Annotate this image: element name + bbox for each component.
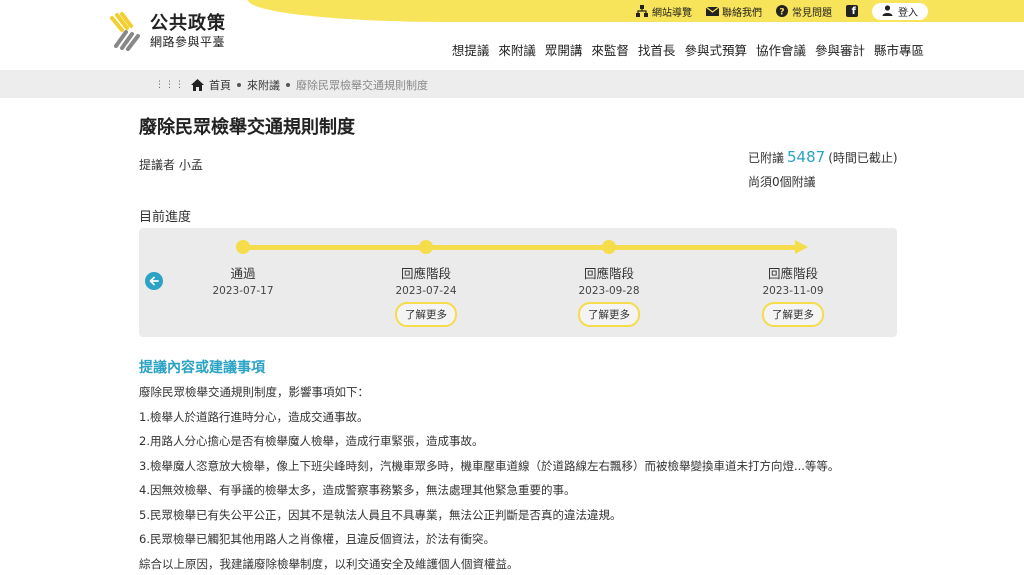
nav-item[interactable]: 眾開講 (545, 40, 583, 59)
faq-label: 常見問題 (792, 7, 832, 19)
sitemap-label: 網站導覽 (652, 7, 692, 19)
stage-label: 通過 (230, 266, 256, 281)
section-title: 提議內容或建議事項 (139, 360, 265, 376)
content-paragraph: 1.檢舉人於道路行進時分心，造成交通事故。 (139, 409, 369, 424)
signed-label: 已附議 (748, 151, 785, 165)
contact-label: 聯絡我們 (722, 7, 762, 19)
sitemap-icon (636, 5, 648, 17)
breadcrumb-bar: ⋮⋮⋮ 首頁 來附議 廢除民眾檢舉交通規則制度 (0, 70, 1024, 98)
contact-link[interactable]: 聯絡我們 (705, 4, 762, 19)
proposer-name: 小孟 (178, 158, 203, 172)
page-title: 廢除民眾檢舉交通規則制度 (139, 117, 355, 138)
proposer-label: 提議者 (139, 158, 176, 172)
nav-item[interactable]: 縣市專區 (874, 40, 924, 59)
proposer-info: 提議者 小孟 (139, 156, 203, 173)
login-label: 登入 (898, 7, 918, 19)
timeline-dot (419, 240, 433, 254)
stage-label: 回應階段 (583, 266, 634, 281)
question-icon: ? (776, 5, 788, 18)
nav-item[interactable]: 參與式預算 (684, 40, 747, 59)
logo-hands-icon (106, 12, 144, 52)
login-button[interactable]: 登入 (872, 2, 928, 20)
stage-label: 回應階段 (767, 266, 818, 281)
timeline-stage: 回應階段 2023-11-09 了解更多 (733, 263, 853, 327)
content-paragraph: 綜合以上原因，我建議廢除檢舉制度，以利交通安全及維護個人個資權益。 (139, 556, 519, 571)
utility-nav: 網站導覽 聯絡我們 ? 常見問題 f 登入 (636, 2, 928, 20)
content-paragraph: 3.檢舉魔人恣意放大檢舉，像上下班尖峰時刻，汽機車眾多時，機車壓車道線（於道路線… (139, 458, 840, 473)
site-logo[interactable]: 公共政策 網路參與平臺 (106, 12, 226, 52)
user-icon (882, 5, 894, 17)
content-paragraph: 5.民眾檢舉已有失公平公正，因其不是執法人員且不具專業，無法公正判斷是否真的違法… (139, 507, 622, 522)
mail-icon (705, 5, 720, 17)
facebook-icon[interactable]: f (846, 5, 858, 17)
site-header: 公共政策 網路參與平臺 網站導覽 聯絡我們 ? 常見問題 f 登入 想提議 來附… (0, 0, 1024, 70)
breadcrumb-home[interactable]: 首頁 (209, 77, 231, 93)
nav-item[interactable]: 來附議 (498, 40, 536, 59)
home-icon[interactable] (191, 79, 204, 91)
proposal-content: 廢除民眾檢舉交通規則制度，影響事項如下： 1.檢舉人於道路行進時分心，造成交通事… (139, 385, 839, 575)
content-paragraph: 6.民眾檢舉已觸犯其他用路人之肖像權，且違反個資法，於法有衝突。 (139, 532, 495, 546)
logo-title: 公共政策 (150, 13, 226, 35)
back-arrow-icon[interactable] (145, 272, 163, 290)
nav-item[interactable]: 想提議 (452, 40, 490, 59)
timeline-stage: 回應階段 2023-07-24 了解更多 (366, 263, 486, 327)
svg-text:?: ? (779, 8, 784, 18)
timeline-stage: 回應階段 2023-09-28 了解更多 (549, 263, 669, 327)
progress-title: 目前進度 (139, 210, 192, 225)
signature-stats: 已附議 5487 (時間已截止) 尚須0個附議 (748, 145, 898, 194)
learn-more-button[interactable]: 了解更多 (578, 302, 640, 327)
stage-label: 回應階段 (400, 266, 451, 281)
content-paragraph: 廢除民眾檢舉交通規則制度，影響事項如下： (139, 385, 369, 399)
timeline-dot (602, 240, 616, 254)
deadline-note: (時間已截止) (828, 151, 898, 165)
stage-date: 2023-11-09 (762, 285, 824, 297)
content-paragraph: 2.用路人分心擔心是否有檢舉魔人檢舉，造成行車緊張，造成事故。 (139, 434, 484, 448)
breadcrumb-separator (286, 83, 290, 87)
stage-date: 2023-07-24 (395, 285, 457, 297)
nav-item[interactable]: 協作會議 (756, 40, 806, 59)
main-nav: 想提議 來附議 眾開講 來監督 找首長 參與式預算 協作會議 參與審計 縣市專區 (452, 40, 924, 59)
breadcrumb: ⋮⋮⋮ 首頁 來附議 廢除民眾檢舉交通規則制度 (155, 77, 428, 93)
timeline-dot (236, 240, 250, 254)
stage-date: 2023-07-17 (212, 285, 274, 297)
logo-subtitle: 網路參與平臺 (150, 35, 226, 50)
signed-count: 5487 (787, 148, 826, 166)
breadcrumb-current: 廢除民眾檢舉交通規則制度 (296, 79, 428, 92)
faq-link[interactable]: ? 常見問題 (776, 4, 832, 19)
timeline-arrowhead (795, 240, 808, 254)
nav-item[interactable]: 找首長 (638, 40, 676, 59)
learn-more-button[interactable]: 了解更多 (762, 302, 824, 327)
progress-timeline: 通過 2023-07-17 回應階段 2023-07-24 了解更多 回應階段 … (139, 228, 897, 337)
learn-more-button[interactable]: 了解更多 (395, 302, 457, 327)
sitemap-link[interactable]: 網站導覽 (636, 4, 692, 19)
breadcrumb-dots-icon: ⋮⋮⋮ (155, 80, 185, 90)
nav-item[interactable]: 參與審計 (815, 40, 865, 59)
nav-item[interactable]: 來監督 (591, 40, 629, 59)
timeline-track (243, 245, 803, 250)
stage-date: 2023-09-28 (578, 285, 640, 297)
breadcrumb-separator (237, 83, 241, 87)
timeline-stage: 通過 2023-07-17 (183, 263, 303, 297)
breadcrumb-level1[interactable]: 來附議 (247, 77, 280, 93)
content-paragraph: 4.因無效檢舉、有爭議的檢舉太多，造成警察事務繁多，無法處理其他緊急重要的事。 (139, 483, 576, 497)
needed-text: 尚須0個附議 (748, 175, 816, 189)
